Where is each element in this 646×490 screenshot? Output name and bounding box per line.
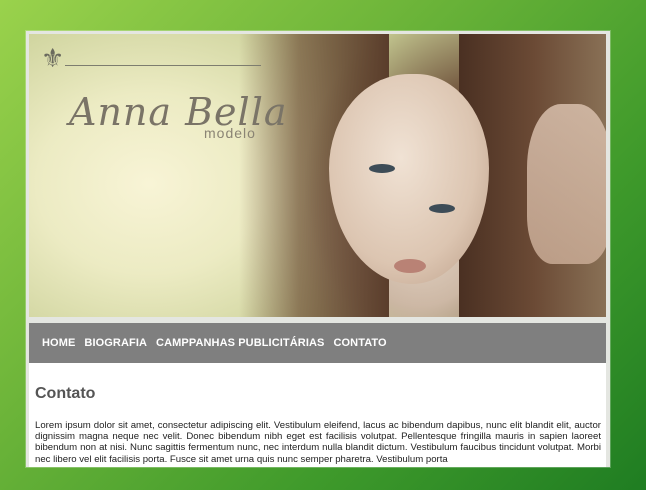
banner-photo-eye-left <box>369 164 395 173</box>
site-frame: ⚜ Anna Bella modelo HOME BIOGRAFIA CAMPP… <box>26 31 610 467</box>
nav-item-biografia[interactable]: BIOGRAFIA <box>84 337 147 349</box>
nav-item-contato[interactable]: CONTATO <box>333 337 386 349</box>
page-title: Contato <box>35 385 96 402</box>
header-banner: ⚜ Anna Bella modelo <box>29 34 606 317</box>
logo-divider <box>65 65 261 66</box>
brand-subtitle: modelo <box>204 125 256 141</box>
nav-item-campanhas[interactable]: CAMPPANHAS PUBLICITÁRIAS <box>156 337 324 349</box>
fleur-de-lis-icon: ⚜ <box>41 44 65 74</box>
nav-item-home[interactable]: HOME <box>42 337 75 349</box>
main-navigation: HOME BIOGRAFIA CAMPPANHAS PUBLICITÁRIAS … <box>29 323 606 363</box>
main-content: Contato Lorem ipsum dolor sit amet, cons… <box>29 363 606 467</box>
page-body-text: Lorem ipsum dolor sit amet, consectetur … <box>35 420 601 465</box>
banner-photo-eye-right <box>429 204 455 213</box>
banner-photo-hand <box>527 104 606 264</box>
banner-photo-lips <box>394 259 426 273</box>
